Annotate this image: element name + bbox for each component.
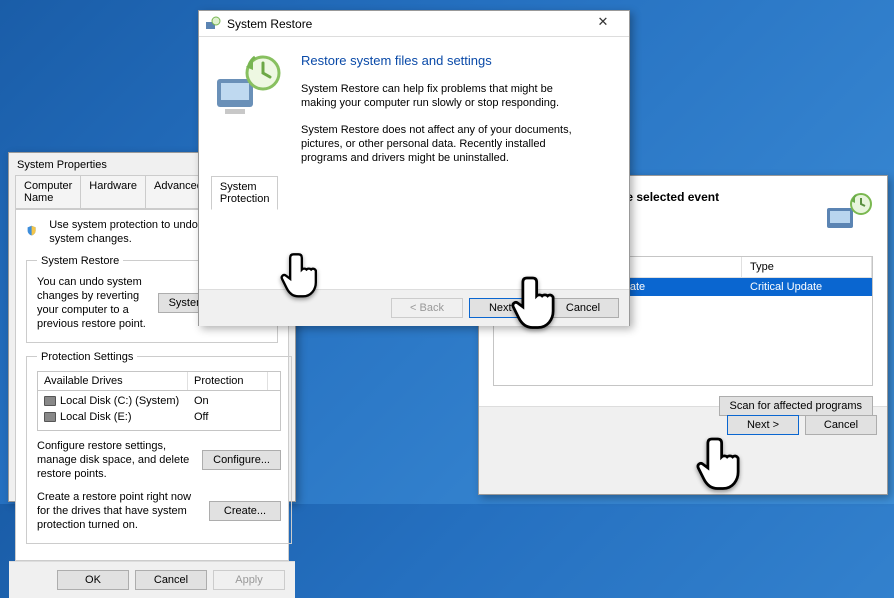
apply-button[interactable]: Apply [213,570,285,590]
restore-window-title: System Restore [227,17,583,31]
protection-group-legend: Protection Settings [37,351,137,363]
drive-row[interactable]: Local Disk (C:) (System) On [38,393,280,409]
next-button[interactable]: Next > [469,298,541,318]
tab-system-protection[interactable]: System Protection [211,176,279,210]
drive-name: Local Disk (C:) (System) [60,395,179,407]
next-button-3[interactable]: Next > [727,415,799,435]
tab-computer-name[interactable]: Computer Name [15,175,81,209]
disk-icon [44,412,56,422]
restore-icon [823,190,873,240]
restore-title-icon [205,16,221,32]
drive-name: Local Disk (E:) [60,411,132,423]
restore-wizard-icon [211,51,283,123]
col-protection: Protection [188,372,268,390]
restore-group-text: You can undo system changes by reverting… [37,275,150,332]
configure-text: Configure restore settings, manage disk … [37,439,194,482]
col-type[interactable]: Type [742,257,872,277]
wizard-heading: Restore system files and settings [301,53,617,68]
cancel-button-2[interactable]: Cancel [547,298,619,318]
drive-state: On [194,395,274,407]
tabs: Computer Name Hardware Advanced System P… [15,175,289,209]
configure-button[interactable]: Configure... [202,450,281,470]
create-button[interactable]: Create... [209,501,281,521]
system-properties-window: System Properties Computer Name Hardware… [8,152,296,502]
row-type: Critical Update [742,278,872,296]
create-text: Create a restore point right now for the… [37,490,201,533]
drive-row[interactable]: Local Disk (E:) Off [38,409,280,425]
scan-affected-button[interactable]: Scan for affected programs [719,396,873,416]
back-button: < Back [391,298,463,318]
cancel-button-3[interactable]: Cancel [805,415,877,435]
ok-button[interactable]: OK [57,570,129,590]
col-drives: Available Drives [38,372,188,390]
disk-icon [44,396,56,406]
wizard-p1: System Restore can help fix problems tha… [301,82,581,111]
shield-icon [26,225,37,239]
close-icon[interactable]: ✕ [583,14,623,34]
drive-state: Off [194,411,274,423]
restore-group-legend: System Restore [37,255,123,267]
wizard-p2: System Restore does not affect any of yo… [301,123,581,166]
tab-hardware[interactable]: Hardware [80,175,146,209]
system-restore-wizard: System Restore ✕ Restore system files an… [198,10,630,326]
cancel-button[interactable]: Cancel [135,570,207,590]
